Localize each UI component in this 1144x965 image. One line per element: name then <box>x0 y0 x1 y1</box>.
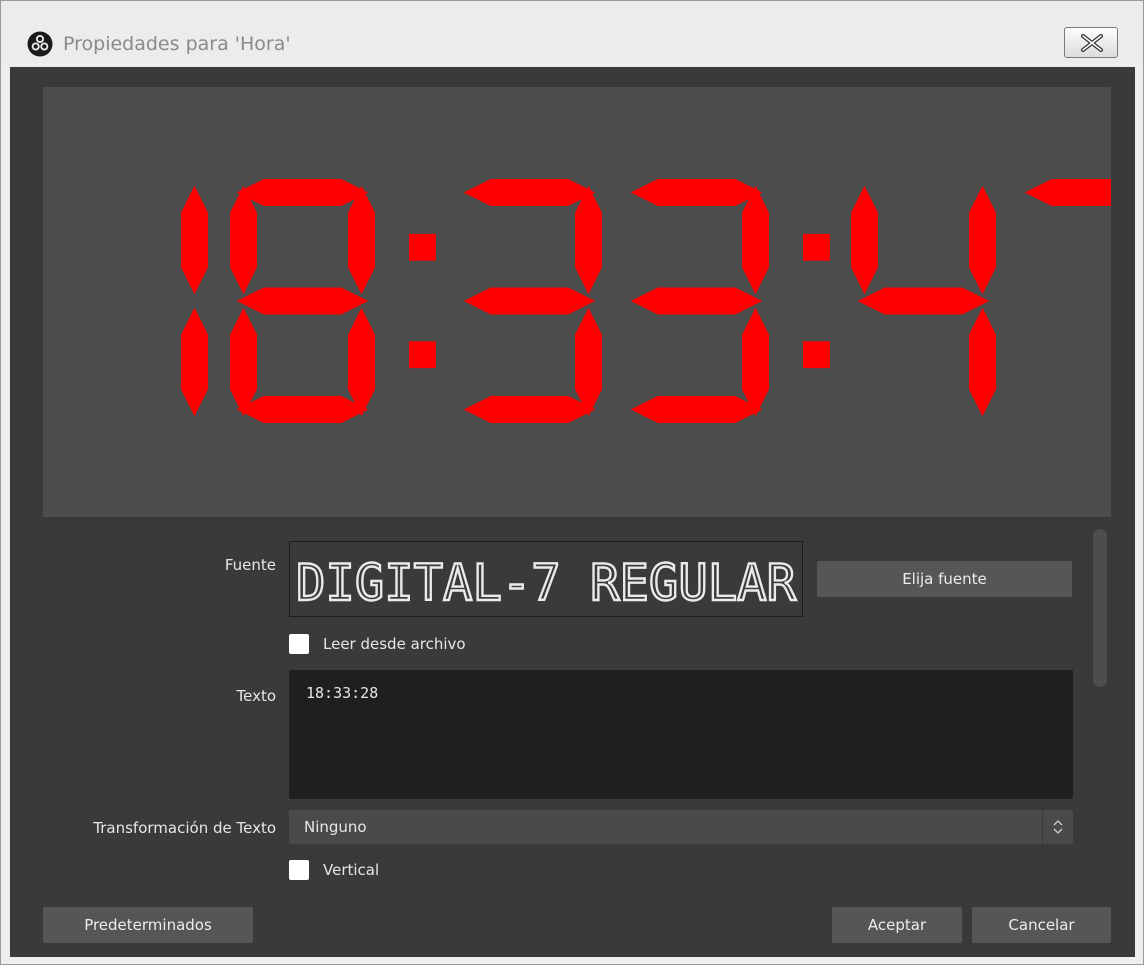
vertical-label: Vertical <box>323 861 380 879</box>
colon-dot <box>803 341 830 369</box>
vertical-checkbox[interactable] <box>289 860 309 880</box>
segment-a <box>236 179 369 206</box>
text-label: Texto <box>236 687 276 705</box>
segment-c <box>575 307 602 417</box>
segment-b <box>969 185 996 295</box>
accept-button[interactable]: Aceptar <box>832 907 962 943</box>
segment-d <box>463 396 596 423</box>
properties-dialog: Propiedades para 'Hora' Fuente DIGITAL-7… <box>0 0 1144 965</box>
text-transform-select[interactable]: Ninguno <box>289 810 1073 844</box>
choose-font-button[interactable]: Elija fuente <box>817 561 1072 597</box>
segment-b <box>181 185 208 295</box>
segment-f <box>230 185 257 295</box>
read-from-file-label: Leer desde archivo <box>323 635 466 653</box>
obs-logo-icon <box>27 31 53 57</box>
seven-segment-clock <box>181 179 1111 423</box>
segment-a <box>463 179 596 206</box>
segment-c <box>742 307 769 417</box>
segment-g <box>236 287 369 315</box>
text-transform-value: Ninguno <box>304 818 367 836</box>
segment-d <box>236 396 369 423</box>
segment-d <box>630 396 763 423</box>
font-name-preview: DIGITAL-7 REGULAR <box>295 553 798 613</box>
text-input[interactable]: 18:33:28 <box>289 670 1073 799</box>
defaults-button[interactable]: Predeterminados <box>43 907 253 943</box>
clock-digit-4 <box>851 185 996 417</box>
segment-e <box>230 307 257 417</box>
clock-digit-3 <box>630 179 769 423</box>
cancel-button[interactable]: Cancelar <box>972 907 1111 943</box>
segment-g <box>630 287 763 315</box>
segment-g <box>463 287 596 315</box>
window-title: Propiedades para 'Hora' <box>63 33 291 55</box>
font-name-text: DIGITAL-7 REGULAR <box>296 554 797 612</box>
segment-b <box>575 185 602 295</box>
properties-scrollbar[interactable] <box>1093 529 1107 687</box>
dialog-content: Fuente DIGITAL-7 REGULAR Elija fuente Le… <box>10 67 1135 957</box>
close-button[interactable] <box>1064 27 1118 58</box>
clock-digit-5 <box>1024 179 1111 206</box>
segment-g <box>857 287 990 315</box>
clock-digit-0 <box>181 185 208 417</box>
clock-digit-1 <box>230 179 375 423</box>
segment-c <box>181 307 208 417</box>
segment-a <box>1024 179 1111 206</box>
colon-dot <box>409 341 436 369</box>
segment-a <box>630 179 763 206</box>
segment-c <box>348 307 375 417</box>
select-arrows-icon <box>1042 810 1073 844</box>
segment-b <box>348 185 375 295</box>
colon-dot <box>803 233 830 261</box>
title-bar: Propiedades para 'Hora' <box>1 1 1143 67</box>
segment-b <box>742 185 769 295</box>
colon-dot <box>409 233 436 261</box>
read-from-file-checkbox[interactable] <box>289 634 309 654</box>
clock-digit-2 <box>463 179 602 423</box>
segment-f <box>851 185 878 295</box>
source-preview <box>43 87 1111 517</box>
font-preview: DIGITAL-7 REGULAR <box>289 541 803 617</box>
segment-c <box>969 307 996 417</box>
font-label: Fuente <box>224 556 276 574</box>
transform-label: Transformación de Texto <box>93 819 276 837</box>
